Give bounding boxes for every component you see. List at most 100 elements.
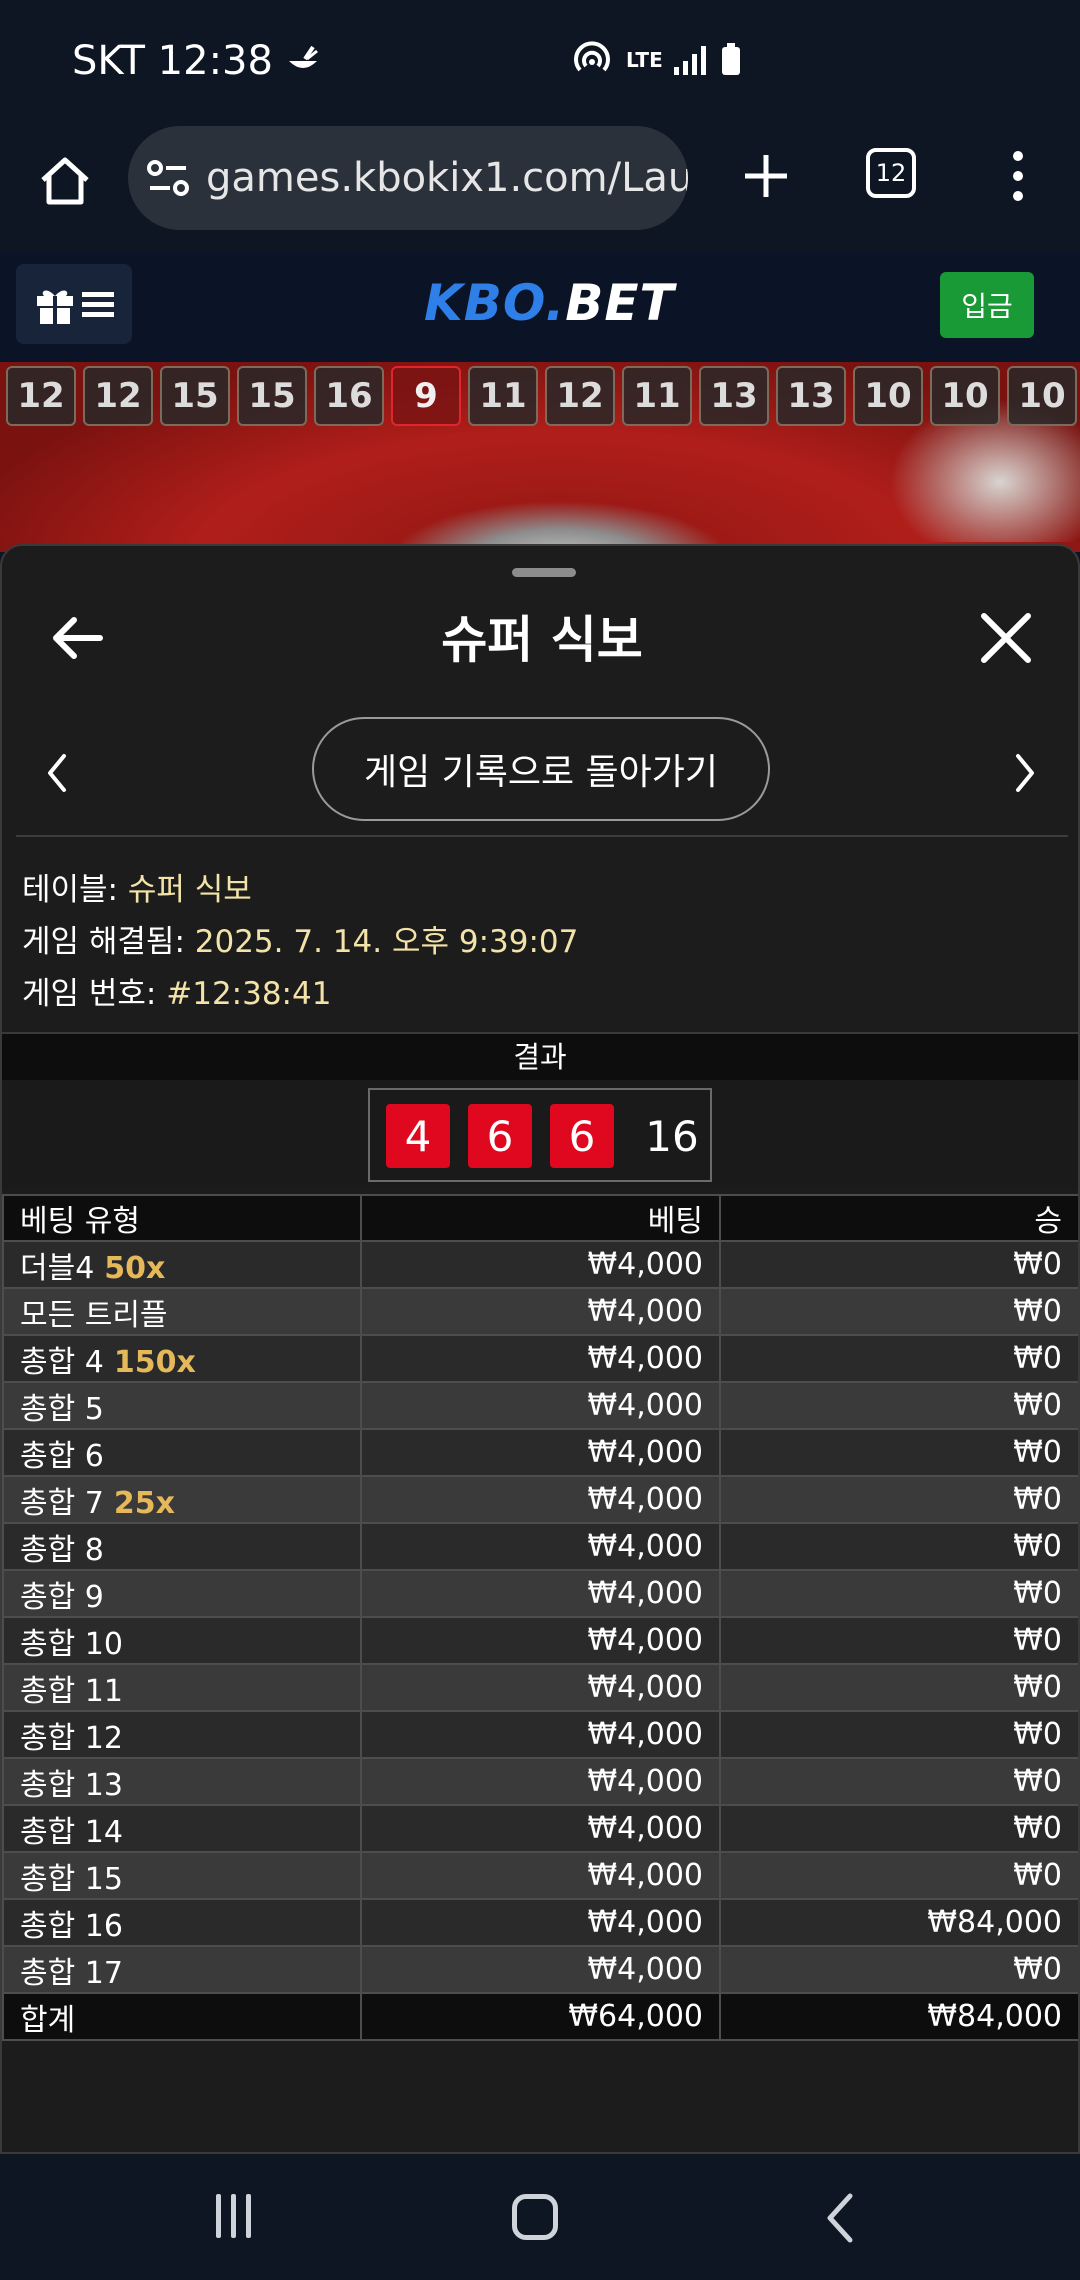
bet-amount: ₩4,000	[360, 1945, 721, 1994]
win-amount: ₩0	[719, 1475, 1078, 1524]
total-row: 합계 ₩64,000 ₩84,000	[2, 1992, 1078, 2041]
battery-icon	[722, 43, 740, 75]
table-label: 테이블:	[22, 872, 119, 908]
bet-amount: ₩4,000	[360, 1757, 721, 1806]
close-icon[interactable]	[978, 610, 1034, 666]
more-dot-icon	[1013, 171, 1023, 181]
bet-type: 총합 14	[20, 1814, 123, 1850]
bet-type: 총합 4	[20, 1344, 104, 1380]
table-row: 총합 13 ₩4,000 ₩0	[2, 1757, 1078, 1806]
win-amount: ₩0	[719, 1381, 1078, 1430]
more-options-button[interactable]	[996, 140, 1040, 212]
system-home-button[interactable]	[512, 2194, 558, 2240]
payout-multiplier: 150x	[113, 1344, 196, 1380]
site-logo[interactable]: KBO.BET	[424, 274, 675, 332]
result-row: 4 6 6 16	[2, 1080, 1078, 1188]
win-amount: ₩0	[719, 1710, 1078, 1759]
system-back-icon[interactable]	[820, 2190, 860, 2246]
bet-type: 총합 17	[20, 1955, 123, 1991]
more-dot-icon	[1013, 191, 1023, 201]
deposit-button[interactable]: 입금	[940, 272, 1034, 338]
table-row: 총합 14 ₩4,000 ₩0	[2, 1804, 1078, 1853]
bet-type-cell: 총합 9	[2, 1569, 362, 1618]
total-win: ₩84,000	[719, 1992, 1078, 2041]
win-amount: ₩0	[719, 1428, 1078, 1477]
history-result-cell: 10	[853, 366, 923, 426]
bet-type-cell: 총합 7 25x	[2, 1475, 362, 1524]
bet-amount: ₩4,000	[360, 1381, 721, 1430]
history-result-cell: 9	[391, 366, 461, 426]
lte-indicator: LTE	[626, 48, 663, 72]
bet-type: 총합 8	[20, 1532, 104, 1568]
win-amount: ₩0	[719, 1240, 1078, 1289]
bet-amount: ₩4,000	[360, 1851, 721, 1900]
win-amount: ₩0	[719, 1804, 1078, 1853]
chevron-right-icon[interactable]	[1010, 748, 1040, 798]
win-amount: ₩0	[719, 1334, 1078, 1383]
resolved-label: 게임 해결됨:	[22, 924, 185, 960]
tab-switcher-button[interactable]: 12	[866, 148, 916, 198]
history-result-cell: 15	[160, 366, 230, 426]
win-amount: ₩0	[719, 1522, 1078, 1571]
result-box: 4 6 6 16	[368, 1088, 712, 1182]
table-row: 총합 10 ₩4,000 ₩0	[2, 1616, 1078, 1665]
new-tab-button[interactable]	[730, 140, 802, 212]
history-result-cell: 15	[237, 366, 307, 426]
plus-icon	[745, 155, 787, 197]
browser-home-button[interactable]	[30, 145, 100, 215]
url-text[interactable]: games.kbokix1.com/Laun	[206, 155, 688, 201]
bet-amount: ₩4,000	[360, 1804, 721, 1853]
bet-type-cell: 모든 트리플	[2, 1287, 362, 1336]
table-row: 모든 트리플 ₩4,000 ₩0	[2, 1287, 1078, 1336]
game-number-info: 게임 번호: #12:38:41	[22, 968, 331, 1013]
tab-count: 12	[875, 159, 907, 187]
bet-amount: ₩4,000	[360, 1898, 721, 1947]
history-result-cell: 13	[699, 366, 769, 426]
bet-type-cell: 총합 5	[2, 1381, 362, 1430]
bet-type: 총합 16	[20, 1908, 123, 1944]
game-number-label: 게임 번호:	[22, 976, 157, 1012]
notification-icon	[288, 45, 318, 68]
win-amount: ₩0	[719, 1616, 1078, 1665]
table-row: 총합 6 ₩4,000 ₩0	[2, 1428, 1078, 1477]
bet-type-cell: 총합 8	[2, 1522, 362, 1571]
hotspot-icon	[574, 41, 610, 72]
payout-multiplier: 25x	[113, 1485, 175, 1521]
header-bet: 베팅	[360, 1194, 721, 1242]
win-amount: ₩0	[719, 1287, 1078, 1336]
bet-type: 총합 11	[20, 1673, 123, 1709]
status-left: SKT 12:38	[72, 38, 323, 84]
game-number-value: #12:38:41	[166, 976, 332, 1012]
total-label: 합계	[2, 1992, 362, 2041]
die-1: 4	[386, 1104, 450, 1168]
status-bar: SKT 12:38 LTE	[0, 0, 1080, 120]
bet-type-cell: 총합 16	[2, 1898, 362, 1947]
bet-type-cell: 총합 6	[2, 1428, 362, 1477]
site-settings-icon[interactable]	[146, 155, 190, 201]
total-bet: ₩64,000	[360, 1992, 721, 2041]
recent-apps-icon	[215, 2194, 221, 2238]
panel-title: 슈퍼 식보	[441, 611, 643, 669]
address-bar[interactable]: games.kbokix1.com/Laun	[128, 126, 688, 230]
bet-type: 총합 10	[20, 1626, 123, 1662]
bet-type: 총합 15	[20, 1861, 123, 1897]
menu-button[interactable]	[16, 264, 132, 344]
back-to-history-button[interactable]: 게임 기록으로 돌아가기	[312, 717, 770, 821]
chevron-left-icon[interactable]	[42, 748, 72, 798]
bet-type-cell: 총합 15	[2, 1851, 362, 1900]
history-result-cell: 12	[545, 366, 615, 426]
bet-type: 총합 7	[20, 1485, 104, 1521]
table-row: 더블4 50x ₩4,000 ₩0	[2, 1240, 1078, 1289]
die-3: 6	[550, 1104, 614, 1168]
bet-amount: ₩4,000	[360, 1240, 721, 1289]
bet-type: 총합 9	[20, 1579, 104, 1615]
history-result-cell: 10	[930, 366, 1000, 426]
bet-amount: ₩4,000	[360, 1428, 721, 1477]
divider	[16, 835, 1068, 837]
bet-type: 더블4	[20, 1250, 95, 1286]
drag-handle[interactable]	[512, 568, 576, 577]
bet-amount: ₩4,000	[360, 1569, 721, 1618]
recent-apps-button[interactable]	[210, 2194, 256, 2242]
table-info: 테이블: 슈퍼 식보	[22, 864, 252, 909]
recent-apps-icon	[245, 2194, 251, 2238]
